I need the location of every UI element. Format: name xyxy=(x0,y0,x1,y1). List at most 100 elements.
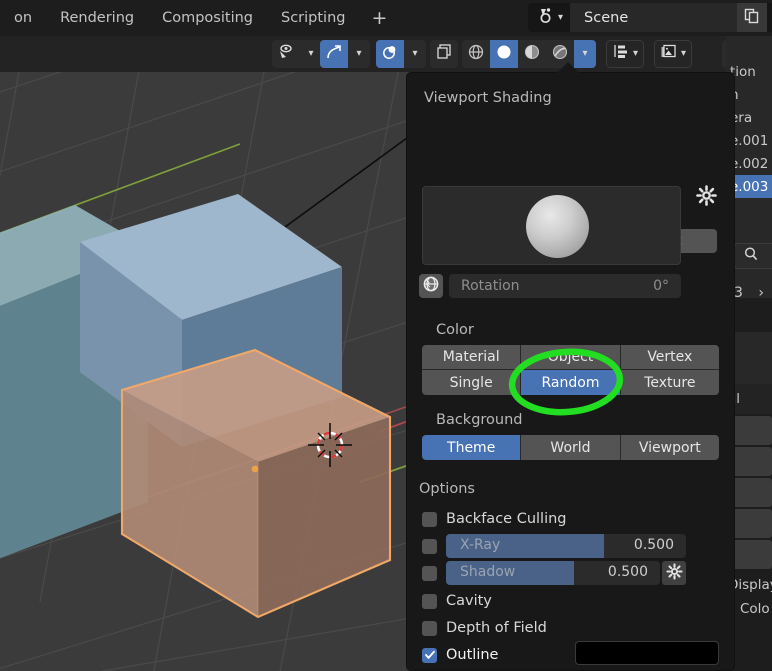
xray-label: X-Ray xyxy=(460,537,501,553)
studiolight-sphere-icon xyxy=(526,195,589,258)
outliner-search-input[interactable] xyxy=(734,243,772,269)
shadow-slider[interactable]: Shadow 0.500 xyxy=(446,561,660,585)
color-mode-row-1: Material Object Vertex xyxy=(422,345,719,370)
chevron-down-icon: ▾ xyxy=(558,11,564,23)
studiolight-preview[interactable] xyxy=(422,186,681,265)
color-option-vertex[interactable]: Vertex xyxy=(620,345,719,370)
scene-name-input[interactable]: Scene xyxy=(570,3,738,32)
color-option-random[interactable]: Random xyxy=(521,370,621,395)
options-section-label: Options xyxy=(419,481,475,497)
shadow-value: 0.500 xyxy=(607,564,648,580)
snap-toggle-button[interactable] xyxy=(320,40,348,68)
popover-title: Viewport Shading xyxy=(424,90,552,106)
workspace-tab-3[interactable]: Scripting xyxy=(267,6,359,30)
solid-sphere-icon xyxy=(495,43,513,65)
rotation-value: 0° xyxy=(653,278,669,294)
shading-material-button[interactable] xyxy=(518,40,546,68)
popover-tail xyxy=(557,62,579,73)
shading-solid-button[interactable] xyxy=(490,40,518,68)
object-visibility-button[interactable] xyxy=(272,40,300,68)
cavity-checkbox[interactable] xyxy=(422,593,437,609)
viewport-header: ▾ ▾ ▾ ▾ ▾ ▾ xyxy=(0,36,772,72)
material-sphere-icon xyxy=(523,43,541,65)
shadow-label: Shadow xyxy=(460,564,516,580)
add-workspace-button[interactable]: + xyxy=(359,8,399,28)
proportional-edit-dropdown[interactable]: ▾ xyxy=(404,40,426,68)
chevron-down-icon: ▾ xyxy=(308,48,314,59)
outline-color-swatch[interactable] xyxy=(575,641,719,665)
xray-row: X-Ray 0.500 xyxy=(422,534,686,558)
background-option-world[interactable]: World xyxy=(521,435,621,460)
xray-checkbox[interactable] xyxy=(422,538,437,554)
color-section-label: Color xyxy=(436,322,474,338)
proportional-edit-icon xyxy=(381,43,399,65)
xray-slider[interactable]: X-Ray 0.500 xyxy=(446,534,686,558)
workspace-tab-0[interactable]: on xyxy=(0,6,46,30)
chevron-right-icon[interactable]: › xyxy=(758,285,764,301)
search-icon xyxy=(743,246,760,267)
workspace-tab-2[interactable]: Compositing xyxy=(148,6,267,30)
snap-dropdown[interactable]: ▾ xyxy=(348,40,370,68)
depth-of-field-row[interactable]: Depth of Field xyxy=(422,617,547,639)
shading-wireframe-button[interactable] xyxy=(462,40,490,68)
overlays-button[interactable] xyxy=(430,40,458,68)
backface-culling-row[interactable]: Backface Culling xyxy=(422,508,567,530)
shadow-row: Shadow 0.500 xyxy=(422,561,686,585)
proportional-edit-group: ▾ xyxy=(376,40,426,68)
workspace-tab-1[interactable]: Rendering xyxy=(46,6,148,30)
outline-label: Outline xyxy=(446,647,499,663)
remove-scene-button[interactable]: × xyxy=(767,3,772,32)
image-display-button[interactable]: ▾ xyxy=(654,40,693,68)
color-mode-grid: Material Object Vertex Single Random Tex… xyxy=(422,345,719,395)
color-mode-row-2: Single Random Texture xyxy=(422,370,719,395)
cube-selected-orange[interactable] xyxy=(120,348,392,619)
color-option-object[interactable]: Object xyxy=(521,345,621,370)
snap-magnet-icon xyxy=(325,43,343,65)
cavity-label: Cavity xyxy=(446,593,492,609)
color-option-texture[interactable]: Texture xyxy=(620,370,719,395)
outliner-filter-group: ▾ xyxy=(606,40,645,68)
cavity-row[interactable]: Cavity xyxy=(422,590,492,612)
xray-value: 0.500 xyxy=(633,537,674,553)
depth-of-field-checkbox[interactable] xyxy=(422,620,437,636)
images-icon xyxy=(660,43,678,65)
rotation-label: Rotation xyxy=(461,278,520,294)
nav-page-number: 3 xyxy=(734,285,743,301)
studiolight-rotation-row: Rotation 0° xyxy=(419,274,681,298)
shadow-checkbox[interactable] xyxy=(422,565,437,581)
background-option-theme[interactable]: Theme xyxy=(422,435,522,460)
filter-list-button[interactable]: ▾ xyxy=(606,40,645,68)
chevron-down-icon: ▾ xyxy=(356,48,362,59)
overlays-group xyxy=(430,40,458,68)
world-globe-icon xyxy=(422,275,440,297)
background-option-viewport[interactable]: Viewport xyxy=(620,435,719,460)
filter-list-icon xyxy=(612,43,630,65)
snap-group: ▾ xyxy=(320,40,370,68)
duplicate-icon xyxy=(744,8,760,28)
gear-icon xyxy=(665,562,683,584)
proportional-edit-button[interactable] xyxy=(376,40,404,68)
color-option-material[interactable]: Material xyxy=(422,345,522,370)
scene-selector: ▾ Scene × xyxy=(528,3,772,32)
depth-of-field-label: Depth of Field xyxy=(446,620,547,636)
visibility-dropdown[interactable]: ▾ xyxy=(300,40,322,68)
topbar: on Rendering Compositing Scripting + ▾ S… xyxy=(0,0,772,36)
studiolight-settings-button[interactable] xyxy=(695,184,717,208)
background-section-label: Background xyxy=(436,412,523,428)
scene-data-icon xyxy=(537,7,556,28)
shadow-settings-button[interactable] xyxy=(662,561,686,585)
overlays-icon xyxy=(435,43,453,65)
backface-culling-checkbox[interactable] xyxy=(422,511,437,527)
chevron-down-icon: ▾ xyxy=(681,48,687,59)
object-origin-dot xyxy=(251,465,259,473)
background-segmented-control: Theme World Viewport xyxy=(422,435,719,460)
color-option-single[interactable]: Single xyxy=(422,370,522,395)
backface-culling-label: Backface Culling xyxy=(446,511,567,527)
workspace-tabs: on Rendering Compositing Scripting + xyxy=(0,6,399,30)
rotation-slider[interactable]: Rotation 0° xyxy=(449,274,681,298)
world-space-toggle[interactable] xyxy=(419,274,443,298)
outline-checkbox[interactable] xyxy=(422,647,437,663)
new-scene-button[interactable] xyxy=(737,3,768,32)
scene-browse-button[interactable]: ▾ xyxy=(528,3,570,32)
outline-row[interactable]: Outline xyxy=(422,644,498,666)
